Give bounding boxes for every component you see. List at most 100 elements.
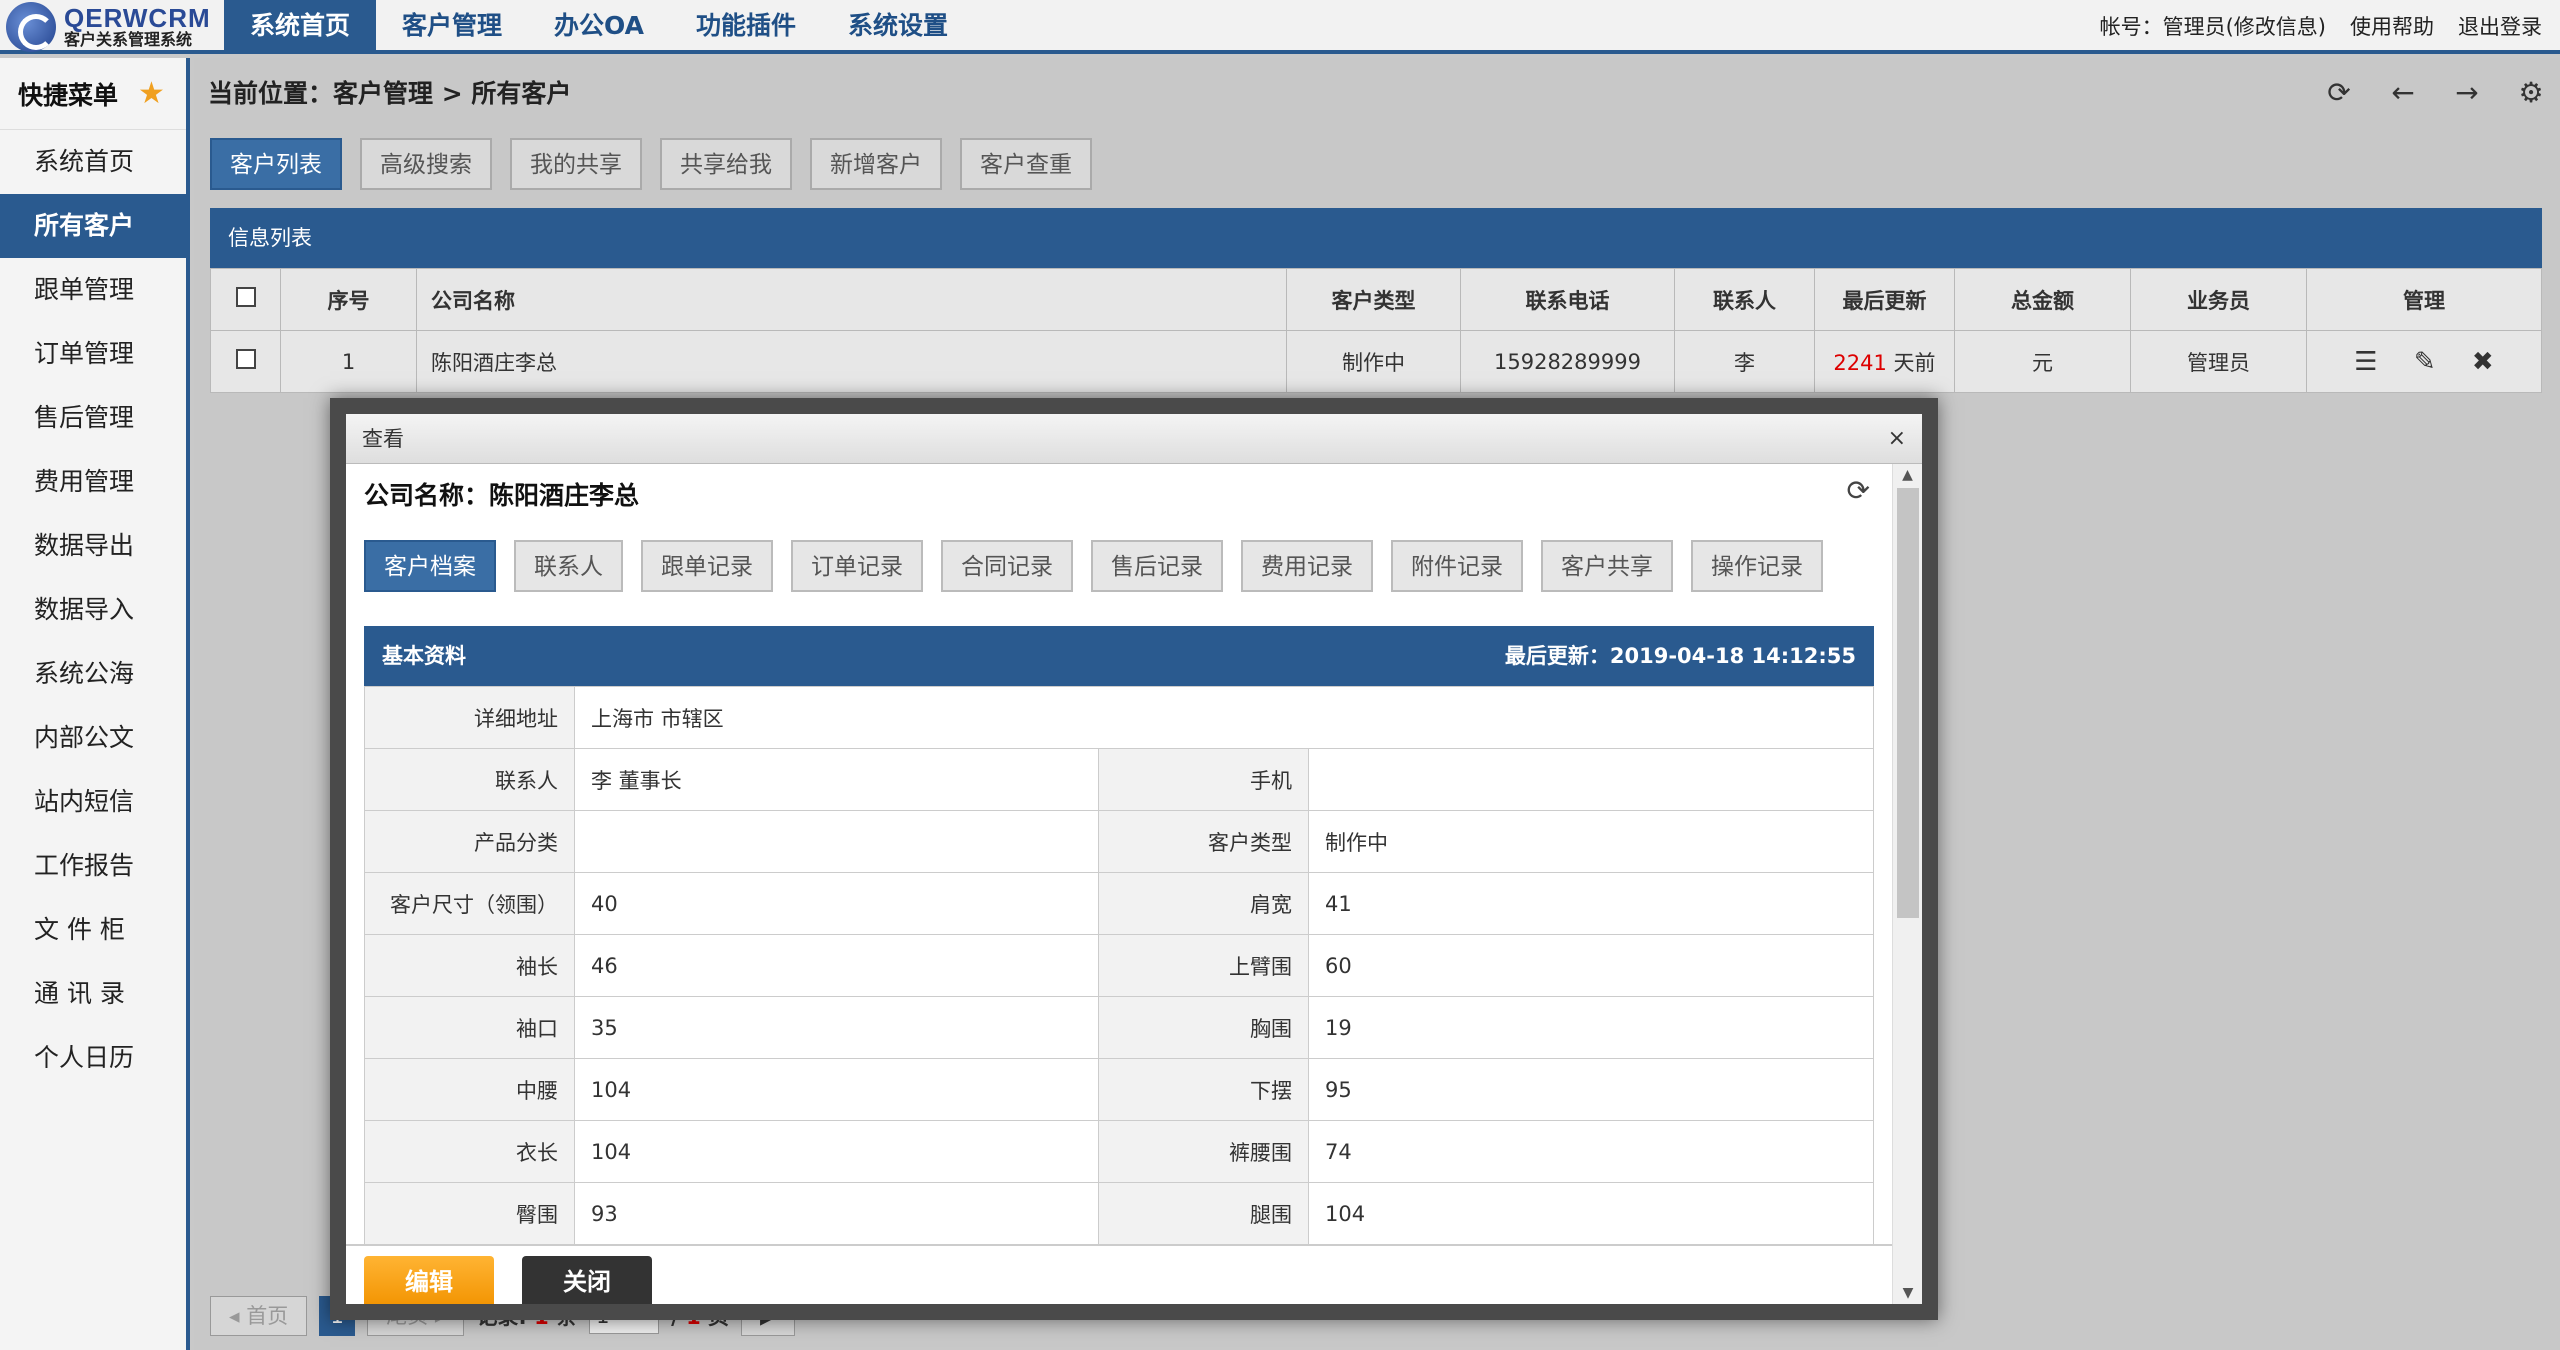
nav-customers[interactable]: 客户管理 <box>376 0 528 50</box>
col-manage: 管理 <box>2306 268 2542 331</box>
sidebar-item-calendar[interactable]: 个人日历 <box>0 1026 186 1090</box>
cell-phone: 15928289999 <box>1460 330 1675 393</box>
col-amount[interactable]: 总金额 <box>1954 268 2131 331</box>
tab-duplicate-check[interactable]: 客户查重 <box>960 138 1092 190</box>
tab-advanced-search[interactable]: 高级搜索 <box>360 138 492 190</box>
tab-followup-records[interactable]: 跟单记录 <box>641 540 773 592</box>
cell-no: 1 <box>280 330 417 393</box>
first-page-button[interactable]: ◂ 首页 <box>210 1296 308 1336</box>
updated-days: 2241 <box>1833 350 1887 375</box>
sidebar-item-home[interactable]: 系统首页 <box>0 130 186 194</box>
sidebar-item-orders[interactable]: 订单管理 <box>0 322 186 386</box>
star-icon[interactable]: ★ <box>138 76 165 111</box>
nav-office[interactable]: 办公OA <box>528 0 670 50</box>
col-no[interactable]: 序号 <box>280 268 417 331</box>
sidebar-title: 快捷菜单 <box>18 80 119 110</box>
edit-button[interactable]: 编辑 <box>364 1256 494 1304</box>
sidebar-item-expenses[interactable]: 费用管理 <box>0 450 186 514</box>
field-label: 衣长 <box>364 1120 575 1183</box>
sidebar-item-export[interactable]: 数据导出 <box>0 514 186 578</box>
scroll-thumb[interactable] <box>1897 488 1919 918</box>
nav-settings[interactable]: 系统设置 <box>822 0 974 50</box>
close-icon[interactable]: × <box>1888 414 1906 464</box>
view-dialog: 查看 × 公司名称：陈阳酒庄李总 ⟳ 客户档案 联系人 跟单记录 订单记录 合同… <box>330 398 1938 1320</box>
tab-order-records[interactable]: 订单记录 <box>791 540 923 592</box>
gear-icon[interactable]: ⚙ <box>2516 76 2546 109</box>
customer-tabs: 客户列表 高级搜索 我的共享 共享给我 新增客户 客户查重 <box>210 138 1092 190</box>
info-list-header: 信息列表 <box>210 208 2542 268</box>
tab-my-shares[interactable]: 我的共享 <box>510 138 642 190</box>
info-list-panel: 信息列表 序号 公司名称 客户类型 联系电话 联系人 最后更新 总金额 业务员 … <box>210 208 2542 393</box>
col-salesman[interactable]: 业务员 <box>2130 268 2307 331</box>
refresh-icon[interactable]: ⟳ <box>2324 76 2354 109</box>
field-label: 中腰 <box>364 1058 575 1121</box>
field-value <box>1308 748 1874 811</box>
top-bar: QERWCRM 客户关系管理系统 系统首页 客户管理 办公OA 功能插件 系统设… <box>0 0 2560 54</box>
info-row: 详细地址 上海市 市辖区 <box>364 686 1874 749</box>
tab-shared-to-me[interactable]: 共享给我 <box>660 138 792 190</box>
tab-operation-log[interactable]: 操作记录 <box>1691 540 1823 592</box>
col-company[interactable]: 公司名称 <box>416 268 1287 331</box>
scroll-down-icon[interactable]: ▼ <box>1893 1282 1922 1304</box>
cell-contact: 李 <box>1674 330 1815 393</box>
section-title: 基本资料 <box>382 644 466 668</box>
nav-plugins[interactable]: 功能插件 <box>670 0 822 50</box>
cell-company[interactable]: 陈阳酒庄李总 <box>416 330 1287 393</box>
sidebar-item-contacts[interactable]: 通 讯 录 <box>0 962 186 1026</box>
col-type[interactable]: 客户类型 <box>1286 268 1461 331</box>
field-value: 104 <box>574 1120 1099 1183</box>
delete-icon[interactable]: ✖ <box>2472 347 2494 377</box>
logo[interactable]: QERWCRM 客户关系管理系统 <box>0 0 212 54</box>
help-link[interactable]: 使用帮助 <box>2350 0 2434 50</box>
tab-attachment-records[interactable]: 附件记录 <box>1391 540 1523 592</box>
sidebar-item-import[interactable]: 数据导入 <box>0 578 186 642</box>
nav-home[interactable]: 系统首页 <box>224 0 377 50</box>
sidebar-item-messages[interactable]: 站内短信 <box>0 770 186 834</box>
toolbar: ⟳ ← → ⚙ <box>2324 76 2546 109</box>
account-link[interactable]: 帐号：管理员(修改信息) <box>2100 0 2326 50</box>
edit-pencil-icon[interactable]: ✎ <box>2414 347 2436 377</box>
row-checkbox[interactable] <box>235 349 256 369</box>
col-updated[interactable]: 最后更新 <box>1814 268 1955 331</box>
info-row: 衣长 104 裤腰围 74 <box>364 1120 1874 1183</box>
field-label: 袖口 <box>364 996 575 1059</box>
sidebar-item-public-pool[interactable]: 系统公海 <box>0 642 186 706</box>
field-label: 裤腰围 <box>1098 1120 1309 1183</box>
list-view-icon[interactable]: ☰ <box>2354 347 2377 377</box>
tab-contacts[interactable]: 联系人 <box>514 540 623 592</box>
tab-customer-share[interactable]: 客户共享 <box>1541 540 1673 592</box>
top-links: 帐号：管理员(修改信息) 使用帮助 退出登录 <box>2100 0 2542 50</box>
sidebar-item-followup[interactable]: 跟单管理 <box>0 258 186 322</box>
field-label: 腿围 <box>1098 1182 1309 1244</box>
field-value: 40 <box>574 872 1099 935</box>
sidebar-item-aftersales[interactable]: 售后管理 <box>0 386 186 450</box>
sidebar-item-files[interactable]: 文 件 柜 <box>0 898 186 962</box>
logout-link[interactable]: 退出登录 <box>2458 0 2542 50</box>
select-all-checkbox[interactable] <box>235 287 256 307</box>
scroll-up-icon[interactable]: ▲ <box>1893 464 1922 486</box>
tab-expense-records[interactable]: 费用记录 <box>1241 540 1373 592</box>
dialog-titlebar[interactable]: 查看 × <box>346 414 1922 464</box>
tab-contract-records[interactable]: 合同记录 <box>941 540 1073 592</box>
tab-customer-profile[interactable]: 客户档案 <box>364 540 496 592</box>
dialog-scrollbar[interactable]: ▲ ▼ <box>1892 464 1922 1304</box>
sidebar-item-reports[interactable]: 工作报告 <box>0 834 186 898</box>
tab-customer-list[interactable]: 客户列表 <box>210 138 342 190</box>
field-value: 制作中 <box>1308 810 1874 873</box>
forward-arrow-icon[interactable]: → <box>2452 76 2482 109</box>
tab-aftersales-records[interactable]: 售后记录 <box>1091 540 1223 592</box>
col-phone[interactable]: 联系电话 <box>1460 268 1675 331</box>
tab-new-customer[interactable]: 新增客户 <box>810 138 942 190</box>
back-arrow-icon[interactable]: ← <box>2388 76 2418 109</box>
field-label: 产品分类 <box>364 810 575 873</box>
field-value: 74 <box>1308 1120 1874 1183</box>
field-label: 肩宽 <box>1098 872 1309 935</box>
sidebar-item-documents[interactable]: 内部公文 <box>0 706 186 770</box>
cell-updated: 2241 天前 <box>1814 330 1955 393</box>
sidebar-item-all-customers[interactable]: 所有客户 <box>0 194 186 258</box>
select-all-cell <box>210 268 281 331</box>
table-row[interactable]: 1 陈阳酒庄李总 制作中 15928289999 李 2241 天前 元 管理员… <box>210 330 2542 393</box>
close-button[interactable]: 关闭 <box>522 1256 652 1304</box>
col-contact[interactable]: 联系人 <box>1674 268 1815 331</box>
dialog-refresh-icon[interactable]: ⟳ <box>1847 474 1870 507</box>
